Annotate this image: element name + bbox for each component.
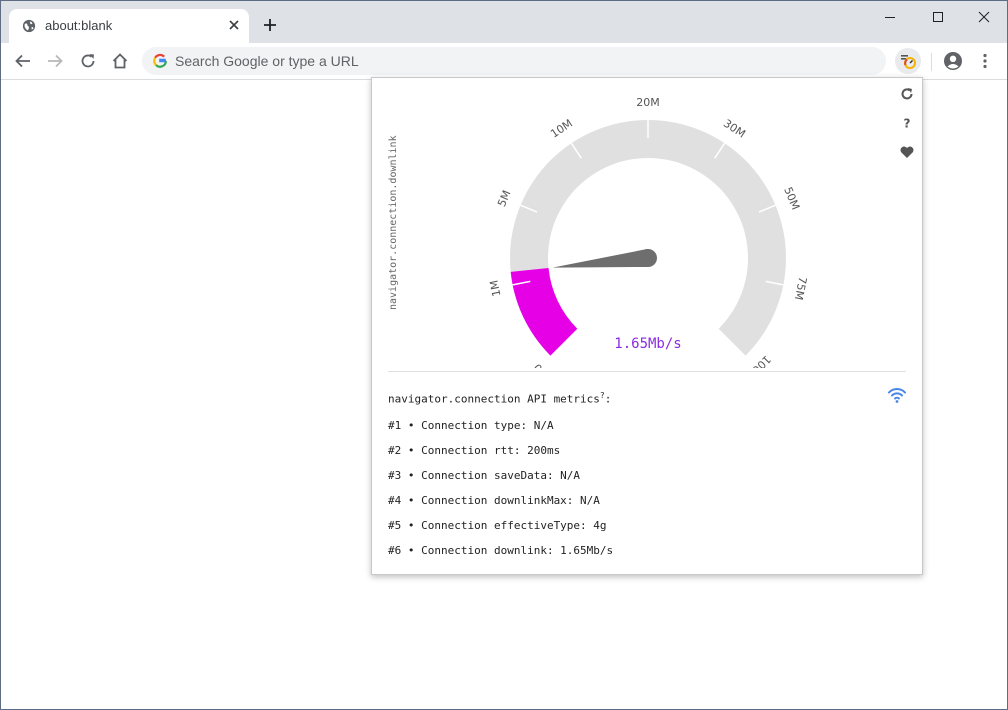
downlink-gauge: 0 1M 5M 10M 20M 30M 50M 75M 100M 1.65Mb/s xyxy=(488,96,810,368)
metric-connection-downlinkmax: #4 • Connection downlinkMax: N/A xyxy=(388,494,600,507)
divider xyxy=(388,371,906,372)
extension-button[interactable] xyxy=(895,48,921,74)
gauge-needle xyxy=(552,249,649,268)
title-bar: about:blank xyxy=(1,1,1007,43)
minimize-icon[interactable] xyxy=(882,9,898,25)
globe-icon xyxy=(22,19,36,33)
gauge-tick-label: 100M xyxy=(743,353,774,368)
back-icon[interactable] xyxy=(14,52,32,70)
reload-icon[interactable] xyxy=(79,52,97,70)
profile-icon[interactable] xyxy=(943,51,963,71)
close-tab-icon[interactable] xyxy=(227,18,241,32)
toolbar: Search Google or type a URL xyxy=(1,43,1007,80)
metric-connection-type: #1 • Connection type: N/A xyxy=(388,419,554,432)
extension-popup: 0 1M 5M 10M 20M 30M 50M 75M 100M 1.65Mb/s naviga… xyxy=(371,77,923,575)
address-bar[interactable]: Search Google or type a URL xyxy=(142,47,886,75)
toolbar-separator xyxy=(931,53,932,71)
speedometer-extension-icon xyxy=(901,55,916,69)
help-icon[interactable]: ? xyxy=(899,115,915,131)
wifi-icon xyxy=(888,388,906,403)
refresh-icon[interactable] xyxy=(899,86,915,102)
gauge-tick-label: 30M xyxy=(721,117,748,141)
gauge-axis-label: navigator.connection.downlink xyxy=(388,135,399,310)
gauge-fill xyxy=(510,268,578,356)
omnibox-placeholder: Search Google or type a URL xyxy=(175,53,359,69)
metrics-title: navigator.connection API metrics?: xyxy=(388,391,612,406)
menu-icon[interactable] xyxy=(977,52,993,70)
maximize-icon[interactable] xyxy=(930,9,946,25)
google-icon xyxy=(153,53,167,68)
gauge-reading: 1.65Mb/s xyxy=(614,336,681,352)
gauge-tick-label: 0 xyxy=(531,361,545,368)
heart-icon[interactable] xyxy=(899,144,915,160)
gauge-tick-label: 20M xyxy=(636,96,660,109)
metric-connection-savedata: #3 • Connection saveData: N/A xyxy=(388,469,581,482)
metric-connection-downlink: #6 • Connection downlink: 1.65Mb/s xyxy=(388,544,614,557)
forward-icon[interactable] xyxy=(46,52,64,70)
metric-connection-rtt: #2 • Connection rtt: 200ms xyxy=(388,444,561,457)
home-icon[interactable] xyxy=(111,52,129,70)
gauge-tick-label: 5M xyxy=(495,188,513,208)
svg-text:?: ? xyxy=(904,117,911,131)
close-window-icon[interactable] xyxy=(976,9,992,25)
gauge-hub xyxy=(639,249,657,267)
tab-about-blank[interactable]: about:blank xyxy=(9,9,249,43)
gauge-tick-label: 10M xyxy=(548,117,575,141)
browser-window: about:blank Search Google or type a URL … xyxy=(0,0,1008,710)
gauge-tick-label: 75M xyxy=(792,276,809,302)
gauge-tick-label: 1M xyxy=(488,279,504,298)
tab-title: about:blank xyxy=(45,18,113,33)
gauge-tick-label: 50M xyxy=(781,185,802,212)
metric-connection-effectivetype: #5 • Connection effectiveType: 4g xyxy=(388,519,607,532)
new-tab-icon[interactable] xyxy=(262,17,278,33)
